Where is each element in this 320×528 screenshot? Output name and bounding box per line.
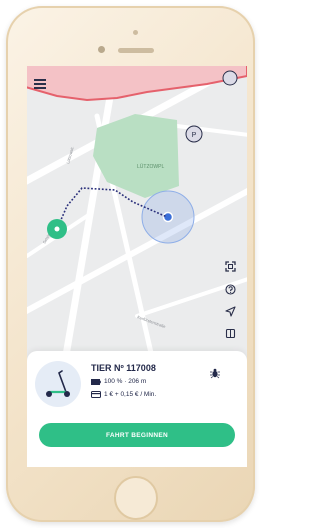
svg-text:P: P bbox=[192, 132, 197, 139]
question-icon[interactable] bbox=[220, 279, 240, 299]
vehicle-card: TIER Nº 117008 100 % · 206 m 1 € + 0,15 … bbox=[27, 351, 247, 467]
vehicle-name: TIER Nº 117008 bbox=[91, 363, 156, 373]
navigation-arrow-icon[interactable] bbox=[220, 301, 240, 321]
hamburger-menu-icon[interactable] bbox=[32, 77, 48, 93]
card-icon bbox=[91, 391, 101, 398]
park-label: LÜTZOWPL bbox=[137, 163, 164, 170]
start-ride-button[interactable]: FAHRT BEGINNEN bbox=[39, 423, 235, 447]
battery-text: 100 % · 206 m bbox=[104, 378, 147, 385]
earpiece-speaker bbox=[118, 48, 154, 53]
price-text: 1 € + 0,15 € / Min. bbox=[104, 391, 157, 398]
front-camera bbox=[98, 46, 105, 53]
parking-pin[interactable]: P bbox=[185, 125, 203, 143]
app-screen: LÜTZOWPL Lützowstr. Schöneberger Kurfürs… bbox=[27, 66, 247, 467]
price-row: 1 € + 0,15 € / Min. bbox=[91, 391, 156, 398]
parking-pin[interactable] bbox=[222, 70, 238, 86]
user-location-dot bbox=[162, 211, 174, 223]
map-layer-icon[interactable] bbox=[220, 323, 240, 343]
battery-row: 100 % · 206 m bbox=[91, 378, 146, 385]
bug-icon[interactable] bbox=[209, 366, 221, 379]
scooter-icon bbox=[35, 361, 81, 407]
proximity-sensor bbox=[133, 30, 138, 35]
battery-icon bbox=[91, 378, 101, 385]
home-button[interactable] bbox=[114, 476, 158, 520]
qr-scan-icon[interactable] bbox=[220, 256, 240, 276]
